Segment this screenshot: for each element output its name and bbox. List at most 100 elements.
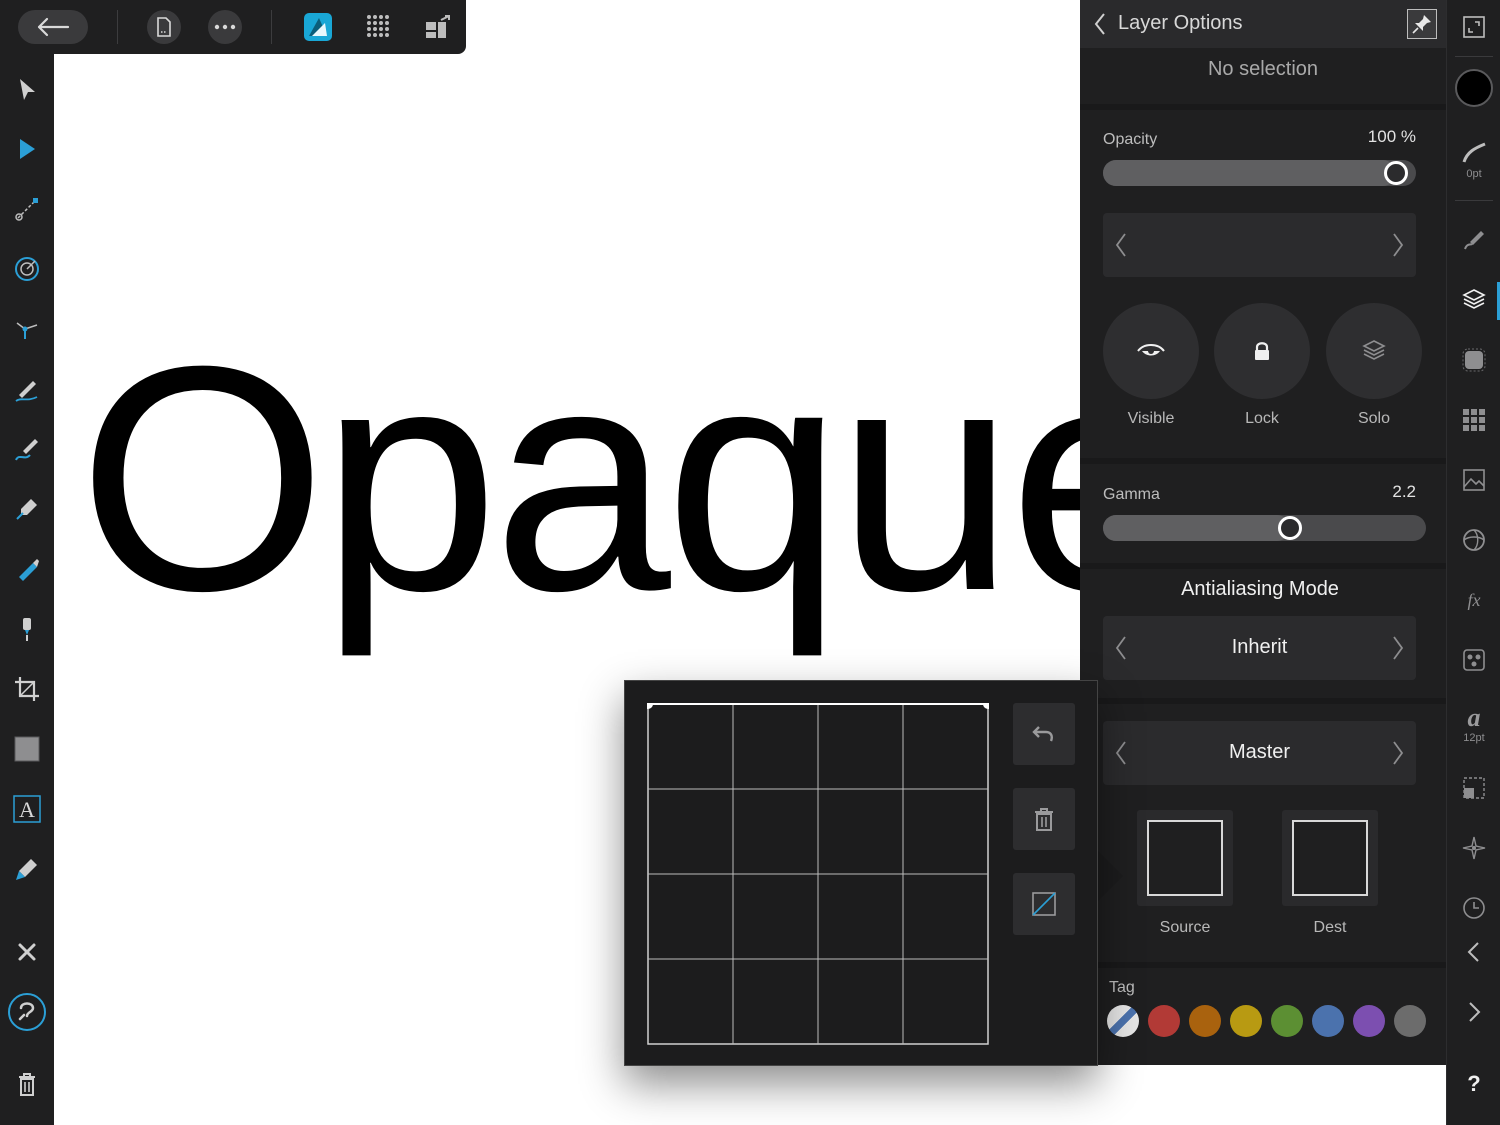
transparency-tool[interactable] — [7, 249, 47, 289]
visible-toggle[interactable] — [1103, 303, 1199, 399]
tools-toolbar: A — [0, 54, 54, 1125]
section-divider — [1080, 563, 1446, 569]
crop-tool[interactable] — [7, 669, 47, 709]
assets-tab[interactable] — [1454, 458, 1494, 502]
artistic-text-object[interactable]: Opaque — [78, 318, 1187, 638]
tag-color-swatch[interactable] — [1353, 1005, 1385, 1037]
pen-tool-icon — [16, 499, 37, 520]
panel-header: Layer Options — [1080, 0, 1446, 48]
grid-icon — [367, 15, 389, 37]
more-button[interactable] — [208, 10, 242, 44]
opacity-slider-knob[interactable] — [1384, 161, 1408, 185]
brushes-tab[interactable] — [1454, 218, 1494, 262]
section-divider — [1080, 458, 1446, 464]
rectangle-tool-icon — [14, 736, 40, 762]
dest-range-button[interactable] — [1282, 810, 1378, 906]
app-logo-icon — [304, 13, 332, 41]
transform-tab[interactable] — [1454, 766, 1494, 810]
chevron-left-icon[interactable] — [1094, 12, 1106, 36]
blend-channel-stepper[interactable]: Master — [1103, 721, 1416, 785]
tag-color-swatch[interactable] — [1394, 1005, 1426, 1037]
swatches-tab[interactable] — [1454, 398, 1494, 442]
vector-brush-tool[interactable] — [7, 429, 47, 469]
chevron-right-icon[interactable] — [1388, 231, 1408, 259]
blend-mode-stepper[interactable] — [1103, 213, 1416, 277]
section-divider — [1080, 962, 1446, 968]
gamma-slider[interactable] — [1103, 515, 1426, 541]
clock-icon — [1463, 897, 1485, 919]
transform-icon — [1463, 777, 1485, 799]
layers-tab[interactable] — [1454, 278, 1494, 322]
compass-icon — [1462, 836, 1486, 860]
document-menu-button[interactable] — [147, 10, 181, 44]
designer-persona-button[interactable] — [301, 10, 335, 44]
export-persona-icon — [426, 15, 450, 38]
close-button[interactable] — [7, 932, 47, 972]
opacity-slider[interactable] — [1103, 160, 1416, 186]
color-picker-tool[interactable] — [7, 609, 47, 649]
corner-tool[interactable] — [7, 309, 47, 349]
previous-button[interactable] — [1454, 930, 1494, 974]
help-button[interactable]: ? — [1454, 1062, 1494, 1106]
source-range-button[interactable] — [1137, 810, 1233, 906]
tag-color-swatch[interactable] — [1271, 1005, 1303, 1037]
panel-title: Layer Options — [1118, 12, 1243, 34]
tag-color-swatch[interactable] — [1230, 1005, 1262, 1037]
tag-color-swatch[interactable] — [1189, 1005, 1221, 1037]
svg-text:A: A — [19, 797, 35, 822]
export-persona-button[interactable] — [421, 10, 455, 44]
curve-mode-icon — [1032, 892, 1056, 916]
tag-color-swatch[interactable] — [1148, 1005, 1180, 1037]
back-button[interactable] — [18, 10, 88, 44]
paint-brush-icon — [19, 559, 39, 581]
section-divider — [1080, 698, 1446, 704]
tag-label: Tag — [1109, 979, 1135, 996]
lock-icon — [1255, 342, 1269, 360]
reset-button[interactable] — [1013, 788, 1075, 850]
node-tool[interactable] — [7, 129, 47, 169]
stroke-width-button[interactable]: 0pt — [1454, 128, 1494, 192]
dest-range-preview — [1292, 820, 1368, 896]
styles-tab[interactable] — [1454, 638, 1494, 682]
opacity-value: 100 % — [1367, 127, 1416, 146]
chevron-right-icon[interactable] — [1388, 739, 1408, 767]
more-icon — [214, 24, 236, 30]
lock-toggle[interactable] — [1214, 303, 1310, 399]
rectangle-tool[interactable] — [7, 729, 47, 769]
chevron-left-icon[interactable] — [1111, 231, 1131, 259]
pixel-persona-button[interactable] — [362, 10, 396, 44]
fill-color-well[interactable] — [1454, 66, 1494, 110]
tag-none-swatch[interactable] — [1107, 1005, 1139, 1037]
paint-brush-tool[interactable] — [7, 549, 47, 589]
solo-label: Solo — [1357, 410, 1391, 427]
undo-button[interactable] — [1013, 703, 1075, 765]
next-button[interactable] — [1454, 990, 1494, 1034]
blend-range-graph[interactable] — [647, 703, 989, 1045]
fill-tool[interactable] — [7, 189, 47, 229]
curve-mode-button[interactable] — [1013, 873, 1075, 935]
chevron-right-icon[interactable] — [1388, 634, 1408, 662]
stroke-width-value: 0pt — [1466, 168, 1482, 180]
antialiasing-stepper[interactable]: Inherit — [1103, 616, 1416, 680]
vector-brush-tool-icon — [15, 439, 38, 461]
effects-tab[interactable]: fx — [1454, 578, 1494, 622]
move-tool[interactable] — [7, 69, 47, 109]
solo-toggle[interactable] — [1326, 303, 1422, 399]
eyedropper-tool[interactable] — [7, 849, 47, 889]
tag-color-swatch[interactable] — [1312, 1005, 1344, 1037]
gamma-slider-knob[interactable] — [1278, 516, 1302, 540]
effects-preview-tab[interactable] — [1454, 338, 1494, 382]
studio-tabs: 0pt fx a 12pt ? — [1446, 0, 1500, 1125]
pen-tool[interactable] — [7, 489, 47, 529]
navigator-tab[interactable] — [1454, 826, 1494, 870]
text-styles-tab[interactable]: a 12pt — [1454, 698, 1494, 752]
pencil-tool[interactable] — [7, 369, 47, 409]
color-tab[interactable] — [1454, 518, 1494, 562]
history-tab[interactable] — [1454, 886, 1494, 930]
artistic-text-tool[interactable]: A — [7, 789, 47, 829]
delete-button[interactable] — [7, 1064, 47, 1104]
pin-panel-button[interactable] — [1407, 9, 1437, 39]
eye-icon — [1137, 344, 1165, 356]
fullscreen-button[interactable] — [1454, 5, 1494, 49]
help-assistant-button[interactable] — [7, 992, 47, 1032]
